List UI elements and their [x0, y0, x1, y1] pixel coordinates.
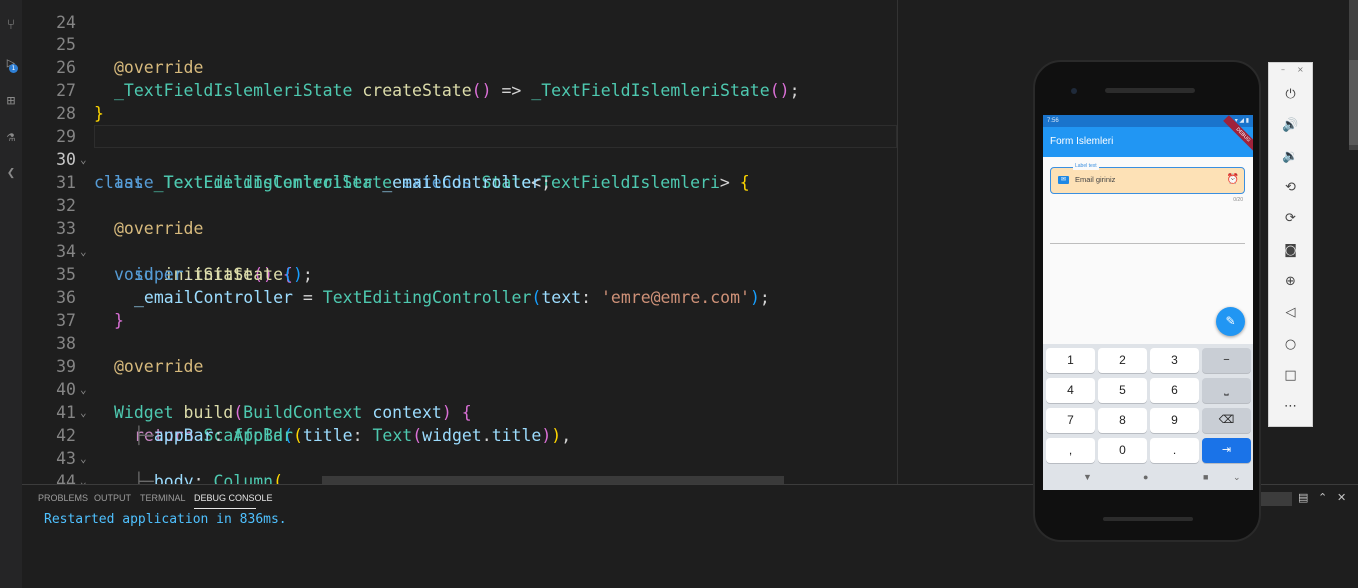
home-icon[interactable]: ○	[1269, 334, 1312, 356]
key-1[interactable]: 1	[1046, 348, 1095, 373]
email-field-hint: Email giriniz	[1075, 175, 1116, 184]
numeric-keyboard: 1 2 3 − 4 5 6 ⎵ 7 8 9 ⌫ , 0 . ⇥	[1043, 344, 1253, 466]
more-icon[interactable]: ⋯	[1269, 396, 1312, 418]
code-line[interactable]: 28	[22, 79, 1032, 123]
app-title: Form Islemleri	[1050, 136, 1114, 147]
volume-down-icon[interactable]: 🔉	[1269, 146, 1312, 168]
code-line[interactable]: 39 ⌄ Widget build(BuildContext context) …	[22, 332, 1032, 422]
key-3[interactable]: 3	[1150, 348, 1199, 373]
key-2[interactable]: 2	[1098, 348, 1147, 373]
code-line[interactable]: 29 ⌄ class _TextFieldIslemleriState exte…	[22, 102, 1032, 192]
maximize-panel-icon[interactable]: ⌃	[1318, 491, 1327, 504]
key-comma[interactable]: ,	[1046, 438, 1095, 463]
key-minus[interactable]: −	[1202, 348, 1251, 373]
code-line[interactable]: 31	[22, 148, 1032, 192]
tab-output[interactable]: OUTPUT	[94, 493, 131, 503]
code-line[interactable]: 35 _emailController = TextEditingControl…	[22, 240, 1032, 307]
status-time: 7:56	[1047, 118, 1059, 124]
code-line[interactable]: 42 ⌄ ├─body: Column(	[22, 401, 1032, 484]
key-5[interactable]: 5	[1098, 378, 1147, 403]
key-8[interactable]: 8	[1098, 408, 1147, 433]
emulator-toolbar: – × ⏻ 🔊 🔉 ⟲ ⟳ ◙ ⊕ ◁ ○ □ ⋯	[1268, 62, 1313, 427]
code-line[interactable]: 33 ⌄ void initState() {	[22, 194, 1032, 284]
debug-console-output: Restarted application in 836ms.	[44, 512, 287, 527]
key-0[interactable]: 0	[1098, 438, 1147, 463]
tab-terminal[interactable]: TERMINAL	[140, 493, 186, 503]
code-line[interactable]: 40 ⌄ return Scaffold(	[22, 355, 1032, 445]
clear-console-icon[interactable]: ▤	[1298, 491, 1308, 504]
code-editor[interactable]: 24 25 @override 26 _TextFieldIslemleriSt…	[22, 0, 1032, 484]
key-period[interactable]: .	[1150, 438, 1199, 463]
nav-home-icon[interactable]: ●	[1143, 472, 1148, 482]
code-line[interactable]: 41 ├─appBar: AppBar(title: Text(widget.t…	[22, 378, 1032, 445]
android-emulator: 7:56 ▾ ◢ ▮ Form Islemleri DEBUG Label te…	[1033, 60, 1261, 542]
status-bar: 7:56 ▾ ◢ ▮	[1043, 115, 1253, 127]
code-line[interactable]: 27 }	[22, 56, 1032, 123]
front-camera	[1071, 88, 1077, 94]
code-line[interactable]: 38 @override	[22, 309, 1032, 376]
rotate-left-icon[interactable]: ⟲	[1269, 177, 1312, 199]
code-line[interactable]: 37	[22, 286, 1032, 330]
nav-recents-icon[interactable]: ■	[1203, 472, 1208, 482]
extensions-icon[interactable]: ⊞	[0, 90, 22, 112]
nav-back-icon[interactable]: ▼	[1083, 472, 1092, 482]
key-7[interactable]: 7	[1046, 408, 1095, 433]
rotate-right-icon[interactable]: ⟳	[1269, 208, 1312, 230]
phone-screen[interactable]: 7:56 ▾ ◢ ▮ Form Islemleri DEBUG Label te…	[1043, 115, 1253, 490]
volume-up-icon[interactable]: 🔊	[1269, 115, 1312, 137]
android-nav-bar: ▼ ● ■ ⌄	[1043, 466, 1253, 490]
email-field-label: Label text	[1073, 163, 1099, 170]
app-bar: Form Islemleri DEBUG	[1043, 115, 1253, 157]
code-line[interactable]: 30 late TextEditingController _emailCont…	[22, 125, 1032, 192]
second-text-field[interactable]	[1050, 243, 1245, 244]
code-line[interactable]: 43 ⌄ │ │ children: [	[22, 424, 1032, 484]
active-tab-indicator	[194, 508, 256, 509]
key-9[interactable]: 9	[1150, 408, 1199, 433]
key-6[interactable]: 6	[1150, 378, 1199, 403]
key-next[interactable]: ⇥	[1202, 438, 1251, 463]
code-line[interactable]: 26 _TextFieldIslemleriState createState(…	[22, 33, 1032, 100]
pencil-icon: ✎	[1225, 314, 1236, 328]
tab-debug-console[interactable]: DEBUG CONSOLE	[194, 493, 273, 503]
code-line[interactable]: 34 super.initState();	[22, 217, 1032, 284]
back-icon[interactable]: ◁	[1269, 302, 1312, 324]
horizontal-scrollbar[interactable]	[322, 476, 784, 484]
emulator-minimize-button[interactable]: –	[1281, 65, 1285, 74]
nav-keyboard-hide-icon[interactable]: ⌄	[1233, 472, 1241, 483]
key-space[interactable]: ⎵	[1202, 378, 1251, 403]
activity-bar: ⑂ ▷ 1 ⊞ ⚗ ❮	[0, 0, 22, 588]
character-counter: 0/20	[1233, 197, 1243, 203]
key-backspace[interactable]: ⌫	[1202, 408, 1251, 433]
flutter-icon[interactable]: ❮	[0, 162, 22, 184]
code-line[interactable]: 44 ⌄ │ ├── Padding(	[22, 447, 1032, 484]
earpiece-speaker	[1105, 88, 1195, 93]
bottom-speaker	[1103, 517, 1193, 521]
source-control-icon[interactable]: ⑂	[0, 14, 22, 36]
console-filter-input[interactable]	[1260, 492, 1292, 506]
emulator-close-button[interactable]: ×	[1297, 65, 1304, 74]
code-line[interactable]: 32 @override	[22, 171, 1032, 238]
code-line[interactable]: 36 }	[22, 263, 1032, 330]
email-field[interactable]: Label text ✉ Email giriniz ⏰	[1050, 163, 1245, 194]
camera-icon[interactable]: ◙	[1269, 240, 1312, 262]
power-icon[interactable]: ⏻	[1269, 84, 1312, 106]
overview-icon[interactable]: □	[1269, 365, 1312, 387]
tab-problems[interactable]: PROBLEMS	[38, 493, 88, 503]
debug-badge: 1	[9, 64, 18, 73]
edit-fab[interactable]: ✎	[1216, 307, 1245, 336]
code-line[interactable]: 25 @override	[22, 10, 1032, 77]
email-icon: ✉	[1058, 176, 1069, 184]
alarm-icon[interactable]: ⏰	[1227, 174, 1239, 186]
key-4[interactable]: 4	[1046, 378, 1095, 403]
testing-icon[interactable]: ⚗	[0, 126, 22, 148]
close-panel-icon[interactable]: ✕	[1337, 491, 1346, 504]
vertical-scrollbar-thumb[interactable]	[1349, 60, 1358, 145]
zoom-icon[interactable]: ⊕	[1269, 271, 1312, 293]
